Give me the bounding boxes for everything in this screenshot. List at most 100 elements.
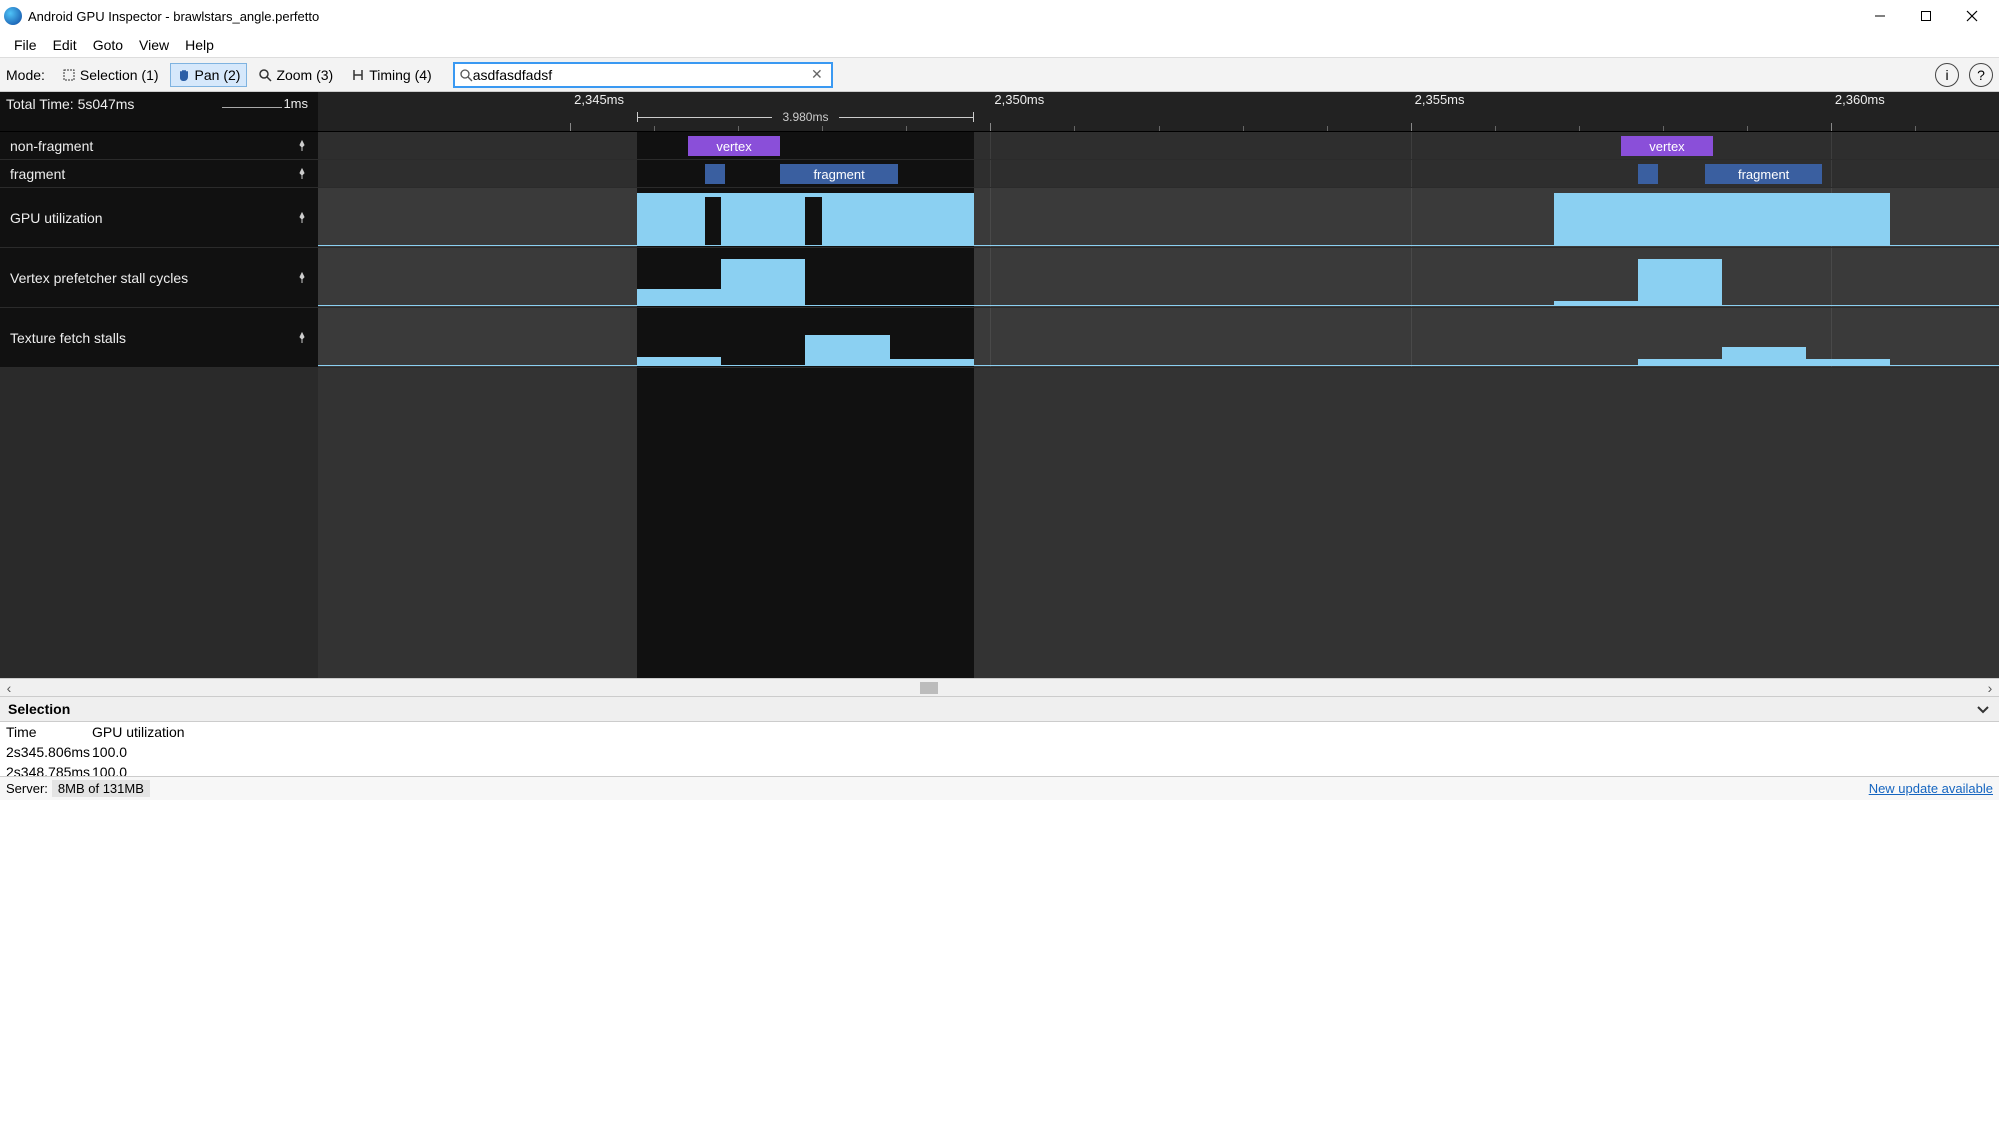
pin-icon[interactable] (296, 332, 308, 344)
server-memory: 8MB of 131MB (52, 780, 150, 797)
chevron-down-icon[interactable] (1975, 701, 1991, 717)
menu-edit[interactable]: Edit (45, 35, 85, 55)
ruler-tick: 2,350ms (990, 92, 1044, 107)
chart-bar (1638, 259, 1722, 305)
chart-bar (637, 289, 721, 305)
mode-zoom-label: Zoom (3) (276, 67, 333, 83)
selection-duration-bracket: 3.980ms (637, 110, 973, 124)
slice-fragment[interactable]: fragment (1705, 164, 1823, 184)
timing-icon (351, 68, 365, 82)
selection-icon (62, 68, 76, 82)
chart-bar (805, 335, 889, 365)
track-row: Texture fetch stalls (0, 308, 1999, 368)
selection-panel-title: Selection (8, 701, 70, 717)
track-label: non-fragment (10, 138, 93, 154)
update-available-link[interactable]: New update available (1869, 781, 1993, 796)
track-label: Vertex prefetcher stall cycles (10, 270, 188, 286)
scroll-left-button[interactable]: ‹ (0, 679, 18, 697)
ruler-tick: 2,345ms (570, 92, 624, 107)
track-label: fragment (10, 166, 65, 182)
chart-bar (1554, 301, 1638, 305)
help-button[interactable]: ? (1969, 63, 1993, 87)
slice-vertex[interactable]: vertex (1621, 136, 1713, 156)
search-box[interactable]: ✕ (453, 62, 833, 88)
search-clear-button[interactable]: ✕ (807, 66, 827, 83)
mode-selection-label: Selection (1) (80, 67, 159, 83)
track-lane[interactable]: vertex vertex (318, 132, 1999, 159)
selection-table: Time GPU utilization 2s345.806ms 100.0 2… (0, 722, 1999, 776)
menu-view[interactable]: View (131, 35, 177, 55)
scroll-thumb[interactable] (920, 682, 938, 694)
timeline-ruler[interactable]: Total Time: 5s047ms 1ms 2,345ms 2,350ms … (0, 92, 1999, 132)
pin-icon[interactable] (296, 168, 308, 180)
close-button[interactable] (1949, 0, 1995, 32)
pin-icon[interactable] (296, 140, 308, 152)
menu-file[interactable]: File (6, 35, 45, 55)
track-row: GPU utilization (0, 188, 1999, 248)
slice-vertex[interactable]: vertex (688, 136, 780, 156)
tracks-panel: non-fragment vertex vertex fragment frag… (0, 132, 1999, 368)
slice-fragment-small[interactable] (705, 164, 725, 184)
chart-bar (1554, 193, 1890, 245)
toolbar: Mode: Selection (1) Pan (2) Zoom (3) Tim… (0, 58, 1999, 92)
chart-baseline (318, 245, 1999, 246)
track-row: Vertex prefetcher stall cycles (0, 248, 1999, 308)
chart-bar (1638, 359, 1722, 365)
chart-bar (1722, 347, 1806, 365)
pin-icon[interactable] (296, 212, 308, 224)
table-row[interactable]: 2s348.785ms 100.0 (0, 762, 1999, 776)
cell-time: 2s345.806ms (0, 742, 86, 762)
slice-fragment-small[interactable] (1638, 164, 1658, 184)
track-lane[interactable]: fragment fragment (318, 160, 1999, 187)
track-lane[interactable] (318, 308, 1999, 367)
ruler-tick: 2,355ms (1411, 92, 1465, 107)
window-title: Android GPU Inspector - brawlstars_angle… (28, 9, 1857, 24)
menu-help[interactable]: Help (177, 35, 222, 55)
menubar: File Edit Goto View Help (0, 32, 1999, 58)
track-row: non-fragment vertex vertex (0, 132, 1999, 160)
chart-notch (705, 197, 722, 245)
server-label: Server: (6, 781, 48, 796)
minimize-button[interactable] (1857, 0, 1903, 32)
pin-icon[interactable] (296, 272, 308, 284)
chart-bar (890, 359, 974, 365)
mode-pan-button[interactable]: Pan (2) (170, 63, 248, 87)
track-lane[interactable] (318, 188, 1999, 247)
ruler-lane[interactable]: 2,345ms 2,350ms 2,355ms 2,360ms 3.980ms (318, 92, 1999, 131)
chart-bar (637, 357, 721, 365)
mode-label: Mode: (6, 67, 45, 83)
mode-timing-label: Timing (4) (369, 67, 432, 83)
info-button[interactable]: i (1935, 63, 1959, 87)
table-row[interactable]: 2s345.806ms 100.0 (0, 742, 1999, 762)
chart-baseline (318, 305, 1999, 306)
selection-panel-header[interactable]: Selection (0, 696, 1999, 722)
chart-bar (1806, 359, 1890, 365)
slice-fragment[interactable]: fragment (780, 164, 898, 184)
question-icon: ? (1977, 67, 1985, 83)
chart-bar (721, 259, 805, 305)
search-icon (459, 68, 473, 82)
scroll-right-button[interactable]: › (1981, 679, 1999, 697)
hand-icon (177, 68, 191, 82)
cell-value: 100.0 (86, 762, 133, 776)
search-input[interactable] (473, 67, 807, 83)
selection-col-time: Time (0, 722, 86, 742)
info-icon: i (1945, 67, 1948, 83)
mode-timing-button[interactable]: Timing (4) (344, 63, 439, 87)
tracks-empty-area[interactable] (0, 368, 1999, 678)
magnifier-icon (258, 68, 272, 82)
app-icon (4, 7, 22, 25)
menu-goto[interactable]: Goto (85, 35, 131, 55)
mode-selection-button[interactable]: Selection (1) (55, 63, 166, 87)
horizontal-scrollbar[interactable]: ‹ › (0, 678, 1999, 696)
mode-pan-label: Pan (2) (195, 67, 241, 83)
cell-value: 100.0 (86, 742, 133, 762)
ruler-scale-label: 1ms (222, 96, 312, 111)
mode-zoom-button[interactable]: Zoom (3) (251, 63, 340, 87)
track-label: Texture fetch stalls (10, 330, 126, 346)
selection-duration-label: 3.980ms (782, 110, 828, 124)
track-lane[interactable] (318, 248, 1999, 307)
track-label: GPU utilization (10, 210, 103, 226)
maximize-button[interactable] (1903, 0, 1949, 32)
total-time-label: Total Time: 5s047ms (6, 96, 222, 112)
